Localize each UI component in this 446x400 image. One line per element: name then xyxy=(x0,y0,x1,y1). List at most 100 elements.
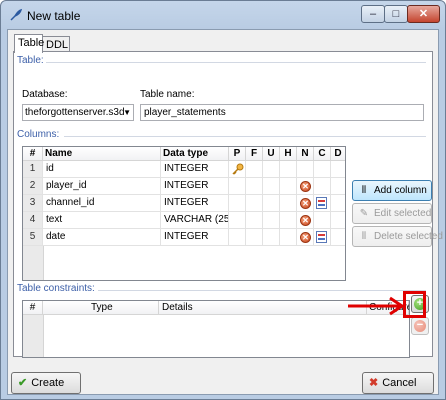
check-cell[interactable] xyxy=(280,229,297,246)
unique-cell[interactable] xyxy=(263,161,280,178)
add-column-button[interactable]: ⫴ Add column xyxy=(352,180,432,201)
column-type-cell[interactable]: INTEGER xyxy=(161,178,229,195)
delete-selected-label: Delete selected xyxy=(374,231,443,242)
not-null-icon: ✕ xyxy=(300,215,311,226)
column-name-cell[interactable]: channel_id xyxy=(43,195,161,212)
unique-cell[interactable] xyxy=(263,178,280,195)
col-header-f[interactable]: F xyxy=(246,147,263,161)
not-null-cell[interactable] xyxy=(297,161,314,178)
collate-cell[interactable] xyxy=(314,212,331,229)
foreign-key-cell[interactable] xyxy=(246,195,263,212)
column-type-cell[interactable]: INTEGER xyxy=(161,229,229,246)
col-header-p[interactable]: P xyxy=(229,147,246,161)
table-name-label: Table name: xyxy=(140,89,195,100)
collate-cell[interactable] xyxy=(314,161,331,178)
not-null-cell[interactable]: ✕ xyxy=(297,212,314,229)
foreign-key-cell[interactable] xyxy=(246,212,263,229)
column-row[interactable]: 3 channel_id INTEGER ✕ xyxy=(23,195,345,212)
close-window-button[interactable]: ✕ xyxy=(407,5,440,23)
primary-key-cell[interactable] xyxy=(229,212,246,229)
column-name-cell[interactable]: text xyxy=(43,212,161,229)
dialog-body: Table DDL Table: Database: Table name: t… xyxy=(7,29,443,395)
column-row[interactable]: 2 player_id INTEGER ✕ xyxy=(23,178,345,195)
not-null-cell[interactable]: ✕ xyxy=(297,195,314,212)
check-cell[interactable] xyxy=(280,212,297,229)
col-header-n[interactable]: N xyxy=(297,147,314,161)
primary-key-cell[interactable] xyxy=(229,229,246,246)
default-cell[interactable] xyxy=(331,212,345,229)
default-cell[interactable] xyxy=(331,229,345,246)
foreign-key-cell[interactable] xyxy=(246,161,263,178)
not-null-cell[interactable]: ✕ xyxy=(297,229,314,246)
constraint-header-details[interactable]: Details xyxy=(159,301,367,315)
primary-key-cell[interactable] xyxy=(229,195,246,212)
columns-section-heading: Columns: xyxy=(17,129,60,140)
create-label: Create xyxy=(31,377,65,389)
col-header-c[interactable]: C xyxy=(314,147,331,161)
database-select-value: theforgottenserver.s3d xyxy=(25,107,125,118)
check-cell[interactable] xyxy=(280,161,297,178)
unique-cell[interactable] xyxy=(263,195,280,212)
col-header-type[interactable]: Data type xyxy=(161,147,229,161)
column-name-cell[interactable]: player_id xyxy=(43,178,161,195)
foreign-key-cell[interactable] xyxy=(246,178,263,195)
check-cell[interactable] xyxy=(280,178,297,195)
primary-key-cell[interactable] xyxy=(229,161,246,178)
add-column-icon: ⫴ xyxy=(361,185,367,196)
column-type-cell[interactable]: VARCHAR (255) xyxy=(161,212,229,229)
row-header-strip xyxy=(23,246,44,280)
edit-selected-button[interactable]: ✎ Edit selected xyxy=(352,203,432,224)
columns-section-divider xyxy=(64,136,426,137)
foreign-key-cell[interactable] xyxy=(246,229,263,246)
minimize-button[interactable]: – xyxy=(361,5,385,23)
add-column-label: Add column xyxy=(374,185,427,196)
collate-cell[interactable] xyxy=(314,178,331,195)
not-null-icon: ✕ xyxy=(300,181,311,192)
window-title: New table xyxy=(27,9,81,23)
default-cell[interactable] xyxy=(331,178,345,195)
column-type-cell[interactable]: INTEGER xyxy=(161,195,229,212)
primary-key-cell[interactable] xyxy=(229,178,246,195)
col-header-num: # xyxy=(23,147,43,161)
database-select[interactable]: theforgottenserver.s3d ▼ xyxy=(22,104,134,121)
not-null-icon: ✕ xyxy=(300,198,311,209)
unique-cell[interactable] xyxy=(263,212,280,229)
default-cell[interactable] xyxy=(331,161,345,178)
constraint-header-type[interactable]: Type xyxy=(43,301,159,315)
column-row[interactable]: 5 date INTEGER ✕ xyxy=(23,229,345,246)
not-null-cell[interactable]: ✕ xyxy=(297,178,314,195)
table-name-input[interactable]: player_statements xyxy=(140,104,424,121)
chevron-down-icon: ▼ xyxy=(123,108,131,117)
column-row[interactable]: 1 id INTEGER xyxy=(23,161,345,178)
unique-cell[interactable] xyxy=(263,229,280,246)
title-bar[interactable]: New table – □ ✕ xyxy=(1,1,445,29)
cancel-button[interactable]: ✖ Cancel xyxy=(362,372,434,394)
delete-column-icon: ⫴ xyxy=(361,231,367,242)
check-cell[interactable] xyxy=(280,195,297,212)
not-null-icon: ✕ xyxy=(300,232,311,243)
default-cell[interactable] xyxy=(331,195,345,212)
column-name-cell[interactable]: date xyxy=(43,229,161,246)
table-section-heading: Table: xyxy=(17,55,44,66)
red-highlight-box xyxy=(403,291,426,318)
col-header-h[interactable]: H xyxy=(280,147,297,161)
column-row[interactable]: 4textVARCHAR (255) ✕ xyxy=(23,212,345,229)
tab-table[interactable]: Table xyxy=(14,34,44,53)
maximize-button[interactable]: □ xyxy=(384,5,408,23)
remove-circle-icon: − xyxy=(414,320,426,332)
tab-ddl[interactable]: DDL xyxy=(42,36,70,52)
column-type-cell[interactable]: INTEGER xyxy=(161,161,229,178)
collate-cell[interactable] xyxy=(314,195,331,212)
delete-selected-button[interactable]: ⫴ Delete selected xyxy=(352,226,443,247)
col-header-name[interactable]: Name xyxy=(43,147,161,161)
col-header-d[interactable]: D xyxy=(331,147,345,161)
column-name-cell[interactable]: id xyxy=(43,161,161,178)
remove-constraint-button[interactable]: − xyxy=(411,317,429,335)
collate-cell[interactable] xyxy=(314,229,331,246)
key-icon xyxy=(232,163,244,175)
create-button[interactable]: ✔ Create xyxy=(11,372,81,394)
col-header-u[interactable]: U xyxy=(263,147,280,161)
cancel-label: Cancel xyxy=(382,377,417,389)
cancel-x-icon: ✖ xyxy=(369,377,379,389)
columns-grid[interactable]: # Name Data type P F U H N C D 1 id INTEGE… xyxy=(22,146,346,281)
